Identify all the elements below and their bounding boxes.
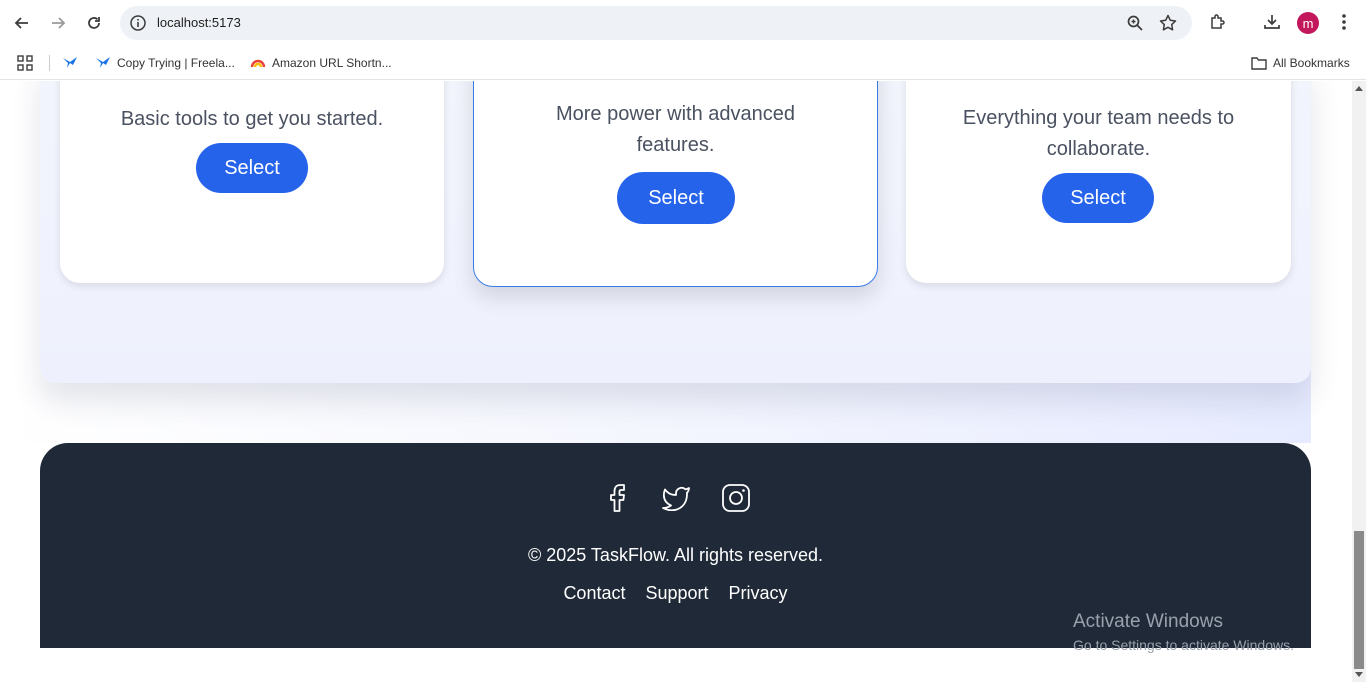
- twitter-icon[interactable]: [659, 481, 693, 515]
- select-button[interactable]: Select: [1042, 173, 1154, 223]
- pricing-card-basic: Basic tools to get you started. Select: [60, 81, 444, 283]
- bookmark-favicon-icon: [250, 59, 266, 68]
- scroll-thumb[interactable]: [1354, 531, 1364, 669]
- watermark-title: Activate Windows: [1073, 611, 1223, 632]
- footer-link-contact[interactable]: Contact: [563, 583, 625, 604]
- zoom-icon[interactable]: [1126, 14, 1144, 32]
- bookmark-bird-icon[interactable]: [62, 52, 78, 74]
- card-description: More power with advanced features.: [555, 103, 795, 156]
- card-description: Everything your team needs to collaborat…: [962, 107, 1235, 160]
- forward-icon[interactable]: [44, 9, 72, 37]
- extensions-icon[interactable]: [1207, 11, 1229, 33]
- scroll-up-icon[interactable]: [1355, 86, 1363, 91]
- site-footer: © 2025 TaskFlow. All rights reserved. Co…: [40, 443, 1311, 653]
- footer-link-privacy[interactable]: Privacy: [729, 583, 788, 604]
- copyright-text: © 2025 TaskFlow. All rights reserved.: [527, 545, 824, 565]
- bookmark-favicon-icon: [96, 57, 110, 68]
- all-bookmarks-label: All Bookmarks: [1273, 56, 1350, 70]
- facebook-icon[interactable]: [600, 481, 634, 515]
- watermark-subtitle: Go to Settings to activate Windows.: [1073, 637, 1294, 653]
- bookmark-copy-trying[interactable]: Copy Trying | Freela...: [95, 52, 235, 74]
- pricing-card-pro: More power with advanced features. Selec…: [473, 81, 878, 287]
- page-scrollbar[interactable]: [1352, 81, 1366, 682]
- social-links: [40, 481, 1311, 515]
- footer-links: Contact Support Privacy: [40, 583, 1311, 604]
- all-bookmarks[interactable]: All Bookmarks: [1251, 52, 1350, 74]
- menu-kebab-icon[interactable]: [1333, 11, 1355, 33]
- pricing-section: Basic tools to get you started. Select M…: [40, 81, 1311, 383]
- activate-windows-watermark: Activate Windows Go to Settings to activ…: [1073, 611, 1294, 653]
- folder-icon: [1251, 57, 1267, 70]
- back-icon[interactable]: [8, 9, 36, 37]
- bookmarks-bar: Copy Trying | Freela... Amazon URL Short…: [0, 46, 1366, 80]
- page-content: Basic tools to get you started. Select M…: [0, 81, 1352, 682]
- apps-grid-icon[interactable]: [17, 52, 33, 74]
- select-button[interactable]: Select: [617, 172, 735, 224]
- select-button[interactable]: Select: [196, 143, 308, 193]
- address-bar[interactable]: localhost:5173: [120, 6, 1192, 40]
- footer-link-support[interactable]: Support: [645, 583, 708, 604]
- profile-avatar[interactable]: m: [1297, 12, 1319, 34]
- url-text[interactable]: localhost:5173: [157, 15, 241, 30]
- reload-icon[interactable]: [80, 9, 108, 37]
- browser-toolbar: localhost:5173 m: [0, 0, 1366, 46]
- pricing-card-team: Everything your team needs to collaborat…: [906, 81, 1291, 283]
- scroll-down-icon[interactable]: [1355, 672, 1363, 677]
- site-info-icon[interactable]: [128, 13, 148, 33]
- bookmarks-divider: [49, 55, 50, 71]
- bookmark-label: Amazon URL Shortn...: [272, 56, 392, 70]
- bookmark-star-icon[interactable]: [1158, 13, 1178, 33]
- card-description: Basic tools to get you started.: [120, 108, 384, 130]
- bookmark-label: Copy Trying | Freela...: [117, 56, 235, 70]
- download-icon[interactable]: [1261, 11, 1283, 33]
- instagram-icon[interactable]: [719, 481, 753, 515]
- bookmark-amazon-url[interactable]: Amazon URL Shortn...: [250, 52, 392, 74]
